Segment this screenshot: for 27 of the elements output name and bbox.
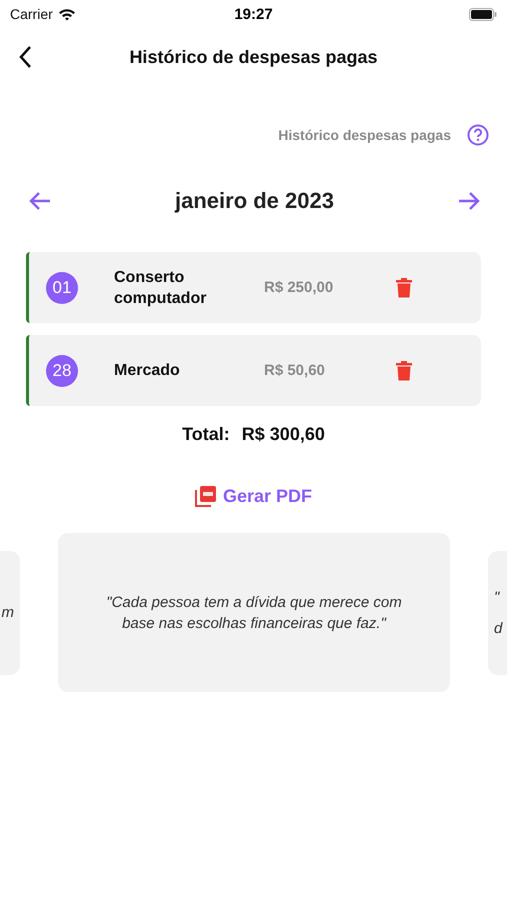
help-button[interactable] xyxy=(467,124,489,146)
help-label: Histórico despesas pagas xyxy=(278,127,451,143)
quote-text: "Cada pessoa tem a dívida que merece com base nas escolhas financeiras que faz." xyxy=(105,592,403,634)
delete-button[interactable] xyxy=(396,360,412,380)
expense-name: Mercado xyxy=(114,361,181,381)
day-badge: 28 xyxy=(46,354,78,386)
expense-amount: R$ 50,60 xyxy=(264,362,326,379)
expense-name: Conserto computador xyxy=(114,268,208,308)
quote-text: m xyxy=(0,603,14,623)
wifi-icon xyxy=(58,8,76,20)
total-value: R$ 300,60 xyxy=(242,424,325,445)
generate-pdf-button[interactable]: Gerar PDF xyxy=(194,485,312,507)
total-label: Total: xyxy=(182,424,230,445)
carrier-label: Carrier xyxy=(10,6,53,22)
delete-button[interactable] xyxy=(396,278,412,298)
month-label: janeiro de 2023 xyxy=(175,188,334,214)
quote-text: d xyxy=(494,618,504,638)
battery-icon xyxy=(469,8,497,20)
next-month-button[interactable] xyxy=(456,191,481,211)
quote-text: " xyxy=(494,588,501,608)
clock-time: 19:27 xyxy=(234,6,273,22)
screen-title: Histórico de despesas pagas xyxy=(129,46,378,68)
expense-amount: R$ 250,00 xyxy=(264,279,334,296)
day-badge: 01 xyxy=(46,272,78,304)
pdf-icon xyxy=(194,485,217,507)
back-button[interactable] xyxy=(18,45,32,69)
previous-month-button[interactable] xyxy=(28,191,52,211)
